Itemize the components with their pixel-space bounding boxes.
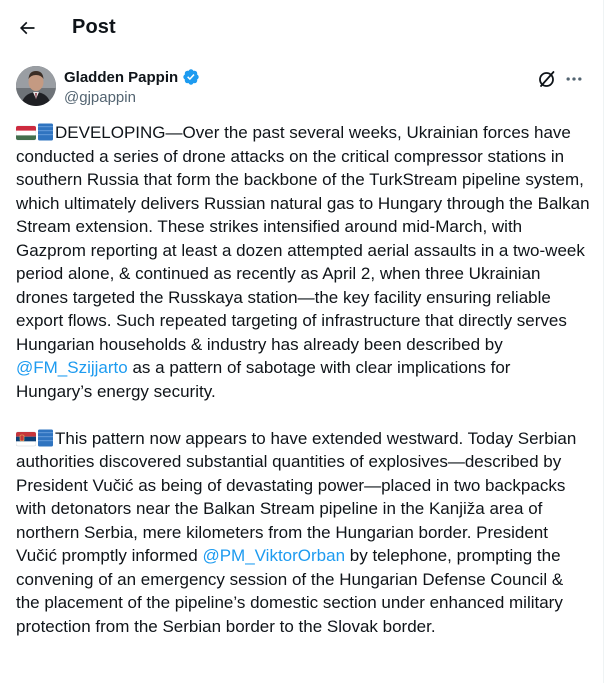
mention-link-pm-viktororban[interactable]: @PM_ViktorOrban <box>202 546 345 565</box>
mention-link-fm-szijjarto[interactable]: @FM_Szijjarto <box>16 358 128 377</box>
post-header: Post <box>0 0 603 56</box>
post-paragraph-2-text-start: This pattern now appears to have extende… <box>16 428 577 566</box>
user-handle[interactable]: @gjpappin <box>64 89 136 106</box>
post-paragraph-1-text-start: DEVELOPING—Over the past several weeks, … <box>16 123 590 354</box>
serbia-flag-icon <box>16 431 36 446</box>
arrow-left-icon <box>19 21 35 35</box>
post-author: Gladden Pappin @gjpappin <box>16 66 588 110</box>
post-paragraph-1: DEVELOPING—Over the past several weeks, … <box>16 121 590 403</box>
more-horizontal-icon <box>566 77 582 81</box>
grok-button[interactable] <box>536 68 558 90</box>
hungary-flag-icon <box>16 125 36 141</box>
post-text: DEVELOPING—Over the past several weeks, … <box>16 121 590 662</box>
back-button[interactable] <box>10 11 44 45</box>
avatar[interactable] <box>16 66 56 106</box>
post-paragraph-2: This pattern now appears to have extende… <box>16 427 590 639</box>
avatar-image <box>16 66 56 106</box>
page-title: Post <box>72 16 116 38</box>
grok-icon <box>539 71 555 87</box>
verified-badge-icon[interactable] <box>182 68 200 86</box>
name-row: Gladden Pappin <box>64 68 200 86</box>
blue-square-icon <box>38 429 53 446</box>
blue-square-icon <box>38 123 53 141</box>
more-options-button[interactable] <box>562 68 586 90</box>
display-name[interactable]: Gladden Pappin <box>64 69 178 86</box>
